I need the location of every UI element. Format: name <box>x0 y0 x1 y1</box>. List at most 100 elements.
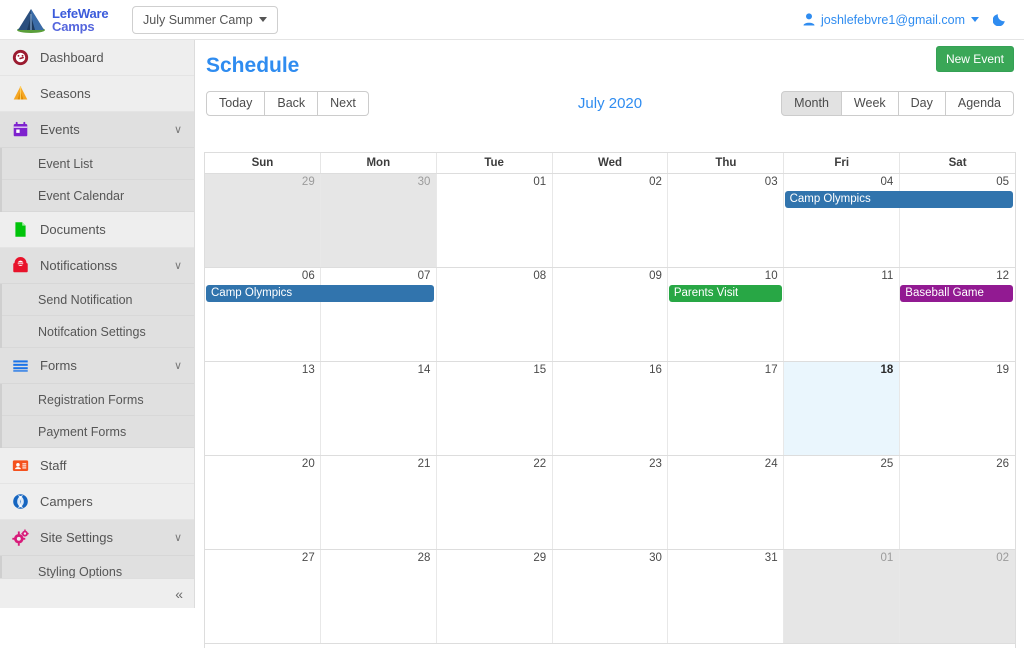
calendar-date-number[interactable]: 08 <box>436 268 552 282</box>
calendar-date-number[interactable]: 04 <box>784 174 900 188</box>
new-event-button[interactable]: New Event <box>935 46 1014 72</box>
sidebar-item-label: Notificationss <box>40 258 118 273</box>
calendar-date-number[interactable]: 30 <box>552 550 668 564</box>
calendar-date-number[interactable]: 19 <box>899 362 1015 376</box>
sidebar-item-events[interactable]: Events ∨ <box>0 112 194 148</box>
calendar-date-number[interactable]: 03 <box>668 174 784 188</box>
moon-icon <box>992 13 1005 26</box>
calendar-week-row: 29 30 01 02 03 04 05 Camp Olympics <box>205 174 1015 268</box>
main-content: Schedule New Event Today Back Next July … <box>196 40 1024 648</box>
sidebar-item-registration-forms[interactable]: Registration Forms <box>2 384 194 416</box>
calendar-date-number[interactable]: 09 <box>552 268 668 282</box>
sidebar-item-notification-settings[interactable]: Notifcation Settings <box>2 316 194 348</box>
calendar-date-number[interactable]: 29 <box>436 550 552 564</box>
calendar-date-number[interactable]: 20 <box>205 456 321 470</box>
calendar-date-number[interactable]: 25 <box>784 456 900 470</box>
forms-icon <box>13 360 28 372</box>
sidebar-item-event-list[interactable]: Event List <box>2 148 194 180</box>
calendar-event[interactable]: Camp Olympics <box>784 191 1013 208</box>
chevron-down-icon <box>258 17 267 22</box>
dashboard-icon <box>12 49 29 66</box>
sidebar-item-notifications[interactable]: Notificationss ∨ <box>0 248 194 284</box>
sidebar-item-label: Dashboard <box>40 50 104 65</box>
brand-logo: LefeWare Camps <box>14 7 114 33</box>
calendar-date-number[interactable]: 29 <box>205 174 321 188</box>
calendar-date-number[interactable]: 30 <box>321 174 437 188</box>
user-email-label: joshlefebvre1@gmail.com <box>820 12 965 27</box>
calendar-day-header: Thu <box>668 153 785 173</box>
sidebar-item-label: Campers <box>40 494 93 509</box>
calendar-event-layer <box>205 379 1015 399</box>
view-month-button[interactable]: Month <box>781 90 842 116</box>
user-menu[interactable]: joshlefebvre1@gmail.com <box>803 13 979 27</box>
chevron-down-icon <box>971 17 979 22</box>
calendar-event-layer: Camp Olympics <box>205 191 1015 211</box>
calendar-date-number[interactable]: 24 <box>668 456 784 470</box>
calendar-date-number[interactable]: 02 <box>899 550 1015 564</box>
sidebar-item-campers[interactable]: Campers <box>0 484 194 520</box>
calendar-date-number[interactable]: 21 <box>321 456 437 470</box>
sidebar-item-site-settings[interactable]: Site Settings ∨ <box>0 520 194 556</box>
calendar-date-number[interactable]: 16 <box>552 362 668 376</box>
calendar-date-number[interactable]: 23 <box>552 456 668 470</box>
back-button[interactable]: Back <box>265 90 319 116</box>
calendar-date-number[interactable]: 15 <box>436 362 552 376</box>
next-button[interactable]: Next <box>318 90 369 116</box>
sidebar-item-forms[interactable]: Forms ∨ <box>0 348 194 384</box>
sidebar-item-label: Seasons <box>40 86 91 101</box>
calendar-day-headers: Sun Mon Tue Wed Thu Fri Sat <box>205 153 1015 174</box>
top-bar: LefeWare Camps July Summer Camp joshlefe… <box>0 0 1024 40</box>
calendar-date-number[interactable]: 17 <box>668 362 784 376</box>
user-icon <box>803 13 815 26</box>
calendar-date-number[interactable]: 18 <box>784 362 900 376</box>
sidebar-subitem-label: Event Calendar <box>38 188 125 203</box>
calendar-event[interactable]: Camp Olympics <box>206 285 435 302</box>
sidebar-item-send-notification[interactable]: Send Notification <box>2 284 194 316</box>
sidebar: Dashboard Seasons Events ∨ Event List Ev… <box>0 40 195 608</box>
sidebar-item-label: Site Settings <box>40 530 113 545</box>
calendar-date-number[interactable]: 11 <box>784 268 900 282</box>
calendar-date-number[interactable]: 12 <box>899 268 1015 282</box>
calendar-date-number[interactable]: 02 <box>552 174 668 188</box>
notification-icon <box>13 257 28 273</box>
calendar-date-numbers: 06 07 08 09 10 11 12 <box>205 268 1015 282</box>
month-calendar: Sun Mon Tue Wed Thu Fri Sat 29 30 01 02 03 04 05 Camp… <box>204 152 1016 648</box>
calendar-date-number[interactable]: 01 <box>784 550 900 564</box>
calendar-date-number[interactable]: 05 <box>899 174 1015 188</box>
calendar-week-row: 20 21 22 23 24 25 26 <box>205 456 1015 550</box>
view-agenda-button[interactable]: Agenda <box>945 90 1014 116</box>
calendar-date-number[interactable]: 10 <box>668 268 784 282</box>
sidebar-item-payment-forms[interactable]: Payment Forms <box>2 416 194 448</box>
calendar-date-number[interactable]: 27 <box>205 550 321 564</box>
calendar-date-number[interactable]: 26 <box>899 456 1015 470</box>
dark-mode-toggle[interactable] <box>992 11 1008 29</box>
calendar-date-number[interactable]: 22 <box>436 456 552 470</box>
calendar-date-numbers: 29 30 01 02 03 04 05 <box>205 174 1015 188</box>
sidebar-subitem-label: Send Notification <box>38 292 133 307</box>
sidebar-item-documents[interactable]: Documents <box>0 212 194 248</box>
calendar-date-number[interactable]: 01 <box>436 174 552 188</box>
calendar-day-header: Wed <box>553 153 669 173</box>
calendar-date-number[interactable]: 13 <box>205 362 321 376</box>
calendar-week-row: 13 14 15 16 17 18 19 <box>205 362 1015 456</box>
calendar-date-number[interactable]: 28 <box>321 550 437 564</box>
view-week-button[interactable]: Week <box>841 90 899 116</box>
calendar-date-number[interactable]: 06 <box>205 268 321 282</box>
today-button[interactable]: Today <box>206 90 266 116</box>
calendar-event[interactable]: Parents Visit <box>668 285 782 302</box>
sidebar-submenu-notifications: Send Notification Notifcation Settings <box>0 284 194 348</box>
calendar-date-number[interactable]: 07 <box>321 268 437 282</box>
sidebar-collapse-button[interactable]: « <box>0 578 194 608</box>
calendar-event[interactable]: Baseball Game <box>900 285 1013 302</box>
calendar-date-numbers: 27 28 29 30 31 01 02 <box>205 550 1015 564</box>
calendar-icon <box>13 121 28 137</box>
view-day-button[interactable]: Day <box>898 90 946 116</box>
sidebar-item-event-calendar[interactable]: Event Calendar <box>2 180 194 212</box>
calendar-day-header: Sat <box>948 157 967 169</box>
calendar-date-number[interactable]: 31 <box>668 550 784 564</box>
sidebar-item-dashboard[interactable]: Dashboard <box>0 40 194 76</box>
sidebar-item-seasons[interactable]: Seasons <box>0 76 194 112</box>
sidebar-item-staff[interactable]: Staff <box>0 448 194 484</box>
camp-selector-dropdown[interactable]: July Summer Camp <box>132 5 278 34</box>
calendar-date-number[interactable]: 14 <box>321 362 437 376</box>
